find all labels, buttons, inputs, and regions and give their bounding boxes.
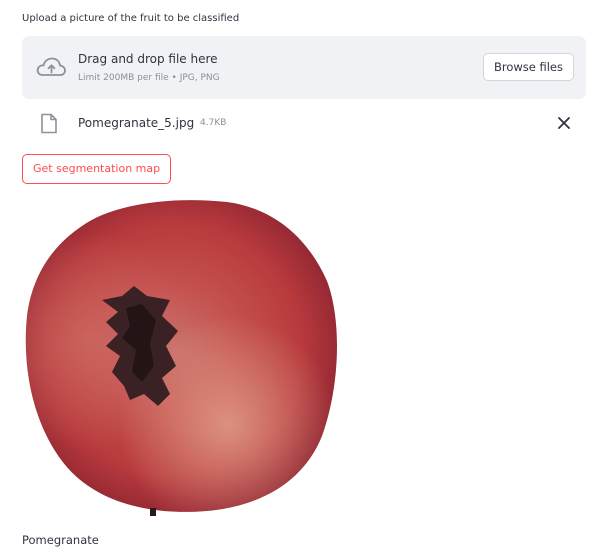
file-size: 4.7KB <box>200 118 227 128</box>
close-icon[interactable] <box>554 112 574 134</box>
cloud-upload-icon <box>36 57 66 76</box>
uploaded-file-row: Pomegranate_5.jpg 4.7KB <box>22 108 586 138</box>
fruit-image <box>25 200 338 516</box>
dropzone-limit-text: Limit 200MB per file • JPG, PNG <box>78 73 220 83</box>
upload-label: Upload a picture of the fruit to be clas… <box>22 13 240 24</box>
browse-files-button[interactable]: Browse files <box>482 53 574 81</box>
file-icon <box>41 113 57 134</box>
get-segmentation-map-button[interactable]: Get segmentation map <box>22 154 172 184</box>
dropzone-title: Drag and drop file here <box>78 52 218 66</box>
file-dropzone[interactable]: Drag and drop file here Limit 200MB per … <box>22 36 586 99</box>
prediction-result: Pomegranate <box>22 533 99 547</box>
file-name: Pomegranate_5.jpg <box>78 116 195 130</box>
